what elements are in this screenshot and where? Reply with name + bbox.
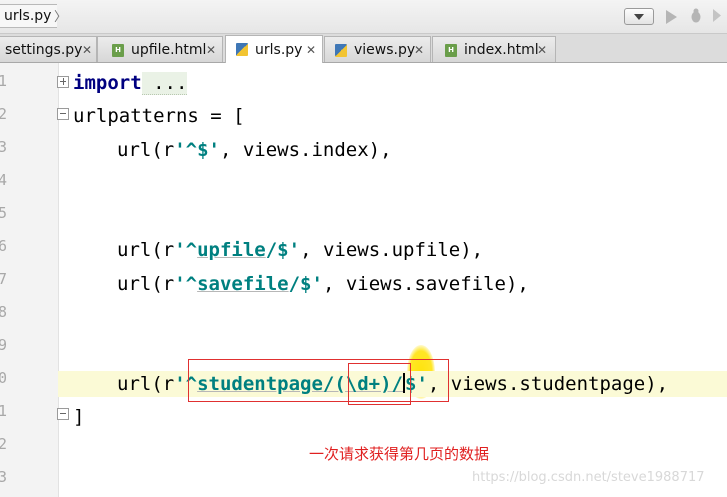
folded-imports[interactable]: ...	[141, 72, 188, 95]
code-line-url-upfile[interactable]: url(r'^upfile/$', views.upfile),	[117, 237, 483, 263]
run-config-dropdown[interactable]	[624, 8, 654, 25]
code-text: url(r	[117, 273, 175, 295]
tab-label: settings.py	[5, 42, 83, 58]
line-number: 1	[0, 72, 8, 90]
python-file-icon	[335, 44, 347, 57]
tab-index-html[interactable]: H index.html ✕	[432, 36, 556, 62]
close-icon[interactable]: ✕	[82, 37, 92, 63]
code-text: url(r	[117, 139, 175, 161]
line-number: 5	[0, 204, 8, 222]
code-line-import[interactable]: import ...	[73, 70, 188, 96]
line-number: 6	[0, 237, 8, 255]
code-text: , views.studentpage),	[427, 373, 669, 395]
editor-tab-bar: settings.py ✕ H upfile.html ✕ urls.py ✕ …	[0, 34, 727, 63]
tab-label: upfile.html	[131, 42, 207, 58]
string-literal: /$'	[265, 239, 301, 261]
keyword-import: import	[73, 72, 142, 94]
string-literal: upfile	[197, 239, 266, 261]
chevron-down-icon	[634, 14, 644, 20]
breadcrumb-urls-py[interactable]: urls.py	[0, 4, 58, 28]
fold-collapse-icon[interactable]	[57, 408, 69, 420]
close-icon[interactable]: ✕	[206, 37, 216, 63]
line-number: 3	[0, 138, 8, 156]
close-icon[interactable]: ✕	[306, 36, 316, 64]
tab-label: index.html	[464, 42, 539, 58]
line-number: 8	[0, 303, 8, 321]
python-file-icon	[236, 43, 248, 56]
line-number: 2	[0, 105, 8, 123]
watermark: https://blog.csdn.net/steve1988717	[472, 470, 705, 485]
code-line-urlpatterns[interactable]: urlpatterns = [	[73, 103, 245, 129]
tab-label: urls.py	[255, 42, 303, 58]
line-number: 4	[0, 171, 8, 189]
coverage-icon[interactable]	[712, 8, 722, 23]
debug-icon[interactable]	[690, 8, 702, 23]
line-number: 7	[0, 270, 8, 288]
code-text: url(r	[117, 373, 175, 395]
string-literal: savefile	[197, 273, 289, 295]
fold-expand-icon[interactable]	[57, 76, 69, 88]
annotation-note: 一次请求获得第几页的数据	[309, 445, 490, 463]
line-number: 1	[0, 402, 8, 420]
code-line-url-index[interactable]: url(r'^$', views.index),	[117, 137, 392, 163]
code-text: url(r	[117, 239, 175, 261]
line-number: 3	[0, 468, 8, 486]
tab-urls-py[interactable]: urls.py ✕	[225, 35, 323, 63]
close-icon[interactable]: ✕	[537, 37, 547, 63]
line-number: 0	[0, 369, 8, 387]
html-file-icon: H	[445, 44, 457, 57]
string-literal: '^$'	[174, 139, 220, 161]
line-number-gutter: 1 2 3 4 5 6 7 8 9 0 1 2 3	[0, 63, 59, 497]
string-literal: '^	[174, 239, 198, 261]
code-text: , views.upfile),	[300, 239, 484, 261]
breadcrumb-chevron-icon: 〉	[54, 10, 68, 25]
line-number: 9	[0, 336, 8, 354]
run-icon[interactable]	[666, 10, 677, 24]
string-literal: '^	[174, 273, 198, 295]
fold-collapse-icon[interactable]	[57, 108, 69, 120]
tab-views-py[interactable]: views.py ✕	[324, 36, 431, 62]
html-file-icon: H	[112, 44, 124, 57]
tab-label: views.py	[354, 42, 416, 58]
code-text: , views.savefile),	[322, 273, 529, 295]
navigation-bar: urls.py 〉	[0, 0, 727, 34]
code-line-close-bracket[interactable]: ]	[73, 404, 84, 430]
code-line-url-savefile[interactable]: url(r'^savefile/$', views.savefile),	[117, 271, 529, 297]
annotation-box-inner	[348, 363, 411, 405]
line-number: 2	[0, 435, 8, 453]
tab-settings-py[interactable]: settings.py ✕	[0, 36, 97, 62]
string-literal: /$'	[288, 273, 323, 295]
code-text: , views.index),	[219, 139, 392, 161]
close-icon[interactable]: ✕	[414, 37, 424, 63]
tab-upfile-html[interactable]: H upfile.html ✕	[97, 36, 223, 62]
